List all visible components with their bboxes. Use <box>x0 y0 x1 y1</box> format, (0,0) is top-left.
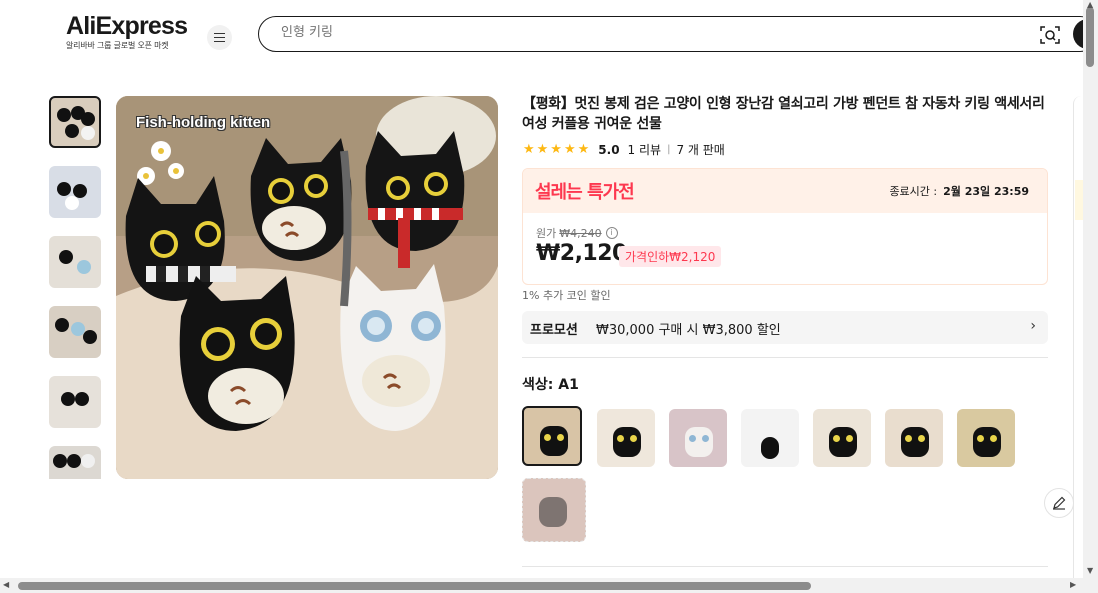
deal-box: 설레는 특가전 종료시간 : 2월 23일 23:59 원가 ₩4,240 i ₩… <box>522 168 1048 285</box>
deal-end-label: 종료시간 : <box>889 185 938 198</box>
promotion-label: 프로모션 <box>530 323 578 338</box>
deal-end-time: 종료시간 : 2월 23일 23:59 <box>889 183 1029 199</box>
section-divider-bottom <box>522 566 1048 567</box>
hamburger-icon <box>214 31 225 44</box>
chevron-right-icon: › <box>1030 318 1036 334</box>
color-swatch-a3[interactable] <box>669 409 727 467</box>
thumbnail-6[interactable] <box>49 446 101 479</box>
review-count[interactable]: 1 리뷰 <box>628 141 662 158</box>
deal-title: 설레는 특가전 <box>535 182 635 203</box>
original-price-row: 원가 ₩4,240 i <box>536 225 618 241</box>
promotion-row[interactable]: 프로모션 ₩30,000 구매 시 ₩3,800 할인 › <box>522 311 1048 344</box>
thumbnail-1[interactable] <box>49 96 101 148</box>
original-price-label: 원가 <box>536 227 557 240</box>
horizontal-scroll-thumb[interactable] <box>18 582 811 590</box>
edit-icon[interactable] <box>1044 488 1074 518</box>
deal-header: 설레는 특가전 종료시간 : 2월 23일 23:59 <box>523 169 1047 213</box>
thumbnail-4[interactable] <box>49 306 101 358</box>
logo-text: AliExpress <box>66 12 188 40</box>
product-photo <box>116 96 498 479</box>
color-swatch-a7[interactable] <box>957 409 1015 467</box>
color-swatch-a2[interactable] <box>597 409 655 467</box>
side-panel-edge <box>1073 96 1083 578</box>
search-bar <box>258 16 1098 52</box>
thumbnail-3[interactable] <box>49 236 101 288</box>
promotion-text: ₩30,000 구매 시 ₩3,800 할인 <box>596 323 781 338</box>
color-swatch-a6[interactable] <box>885 409 943 467</box>
color-swatch-a5[interactable] <box>813 409 871 467</box>
original-price: ₩4,240 <box>559 226 602 240</box>
thumbnail-5[interactable] <box>49 376 101 428</box>
search-input[interactable] <box>281 25 1021 40</box>
main-product-image[interactable]: Fish-holding kitten <box>116 96 498 479</box>
rating-row: ★★★★★ 5.0 1 리뷰 | 7 개 판매 <box>523 141 725 158</box>
pencil-icon <box>1053 496 1066 510</box>
product-page: AliExpress 알리바바 그룹 글로벌 오픈 마켓 인형 키링 Fish-… <box>0 0 1098 593</box>
section-divider <box>522 357 1048 358</box>
aliexpress-logo[interactable]: AliExpress 알리바바 그룹 글로벌 오픈 마켓 <box>66 12 196 51</box>
deal-end-value: 2월 23일 23:59 <box>943 185 1029 198</box>
product-title: 【평화】멋진 봉제 검은 고양이 인형 장난감 열쇠고리 가방 펜던트 참 자동… <box>522 96 1045 132</box>
logo-subtitle: 알리바바 그룹 글로벌 오픈 마켓 <box>66 41 169 50</box>
rating-score: 5.0 <box>598 142 620 157</box>
thumbnail-list <box>48 96 102 479</box>
vertical-scroll-thumb[interactable] <box>1086 7 1094 67</box>
scroll-right-arrow-icon[interactable]: ▶ <box>1070 580 1076 589</box>
color-swatch-a8[interactable] <box>522 478 586 542</box>
scroll-down-arrow-icon[interactable]: ▼ <box>1087 566 1093 575</box>
color-swatch-a4[interactable] <box>741 409 799 467</box>
discount-badge: 가격인하₩2,120 <box>619 246 722 267</box>
sold-count: 7 개 판매 <box>676 143 725 157</box>
scroll-up-arrow-icon[interactable]: ▲ <box>1087 0 1093 9</box>
side-panel-highlight <box>1075 180 1083 220</box>
image-search-icon[interactable] <box>1040 25 1060 45</box>
sale-price: ₩2,120 <box>536 241 627 266</box>
divider-icon: | <box>667 144 671 155</box>
vertical-scrollbar[interactable] <box>1083 0 1098 593</box>
info-icon[interactable]: i <box>605 227 618 239</box>
color-selected-label: 색상: A1 <box>522 377 579 393</box>
star-rating-icon: ★★★★★ <box>523 142 592 157</box>
image-caption: Fish-holding kitten <box>136 114 271 131</box>
color-swatch-a1[interactable] <box>522 406 582 466</box>
coin-discount-text: 1% 추가 코인 할인 <box>522 289 611 302</box>
scroll-left-arrow-icon[interactable]: ◀ <box>3 580 9 589</box>
thumbnail-2[interactable] <box>49 166 101 218</box>
menu-button[interactable] <box>207 25 232 50</box>
